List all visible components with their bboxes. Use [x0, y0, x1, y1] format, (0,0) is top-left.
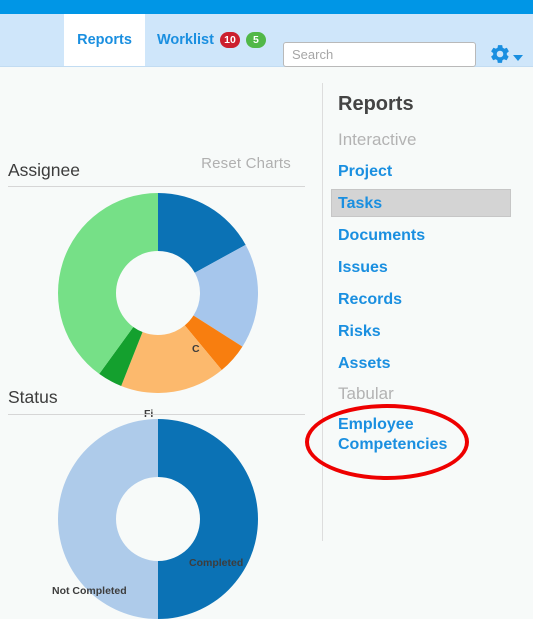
page-title: Reports [338, 93, 414, 115]
sidebar-item-tasks[interactable]: Tasks [338, 195, 382, 213]
tab-reports-label: Reports [77, 32, 132, 48]
tab-reports[interactable]: Reports [64, 14, 145, 66]
reset-charts-button[interactable]: Reset Charts [201, 155, 291, 172]
chart-status-title: Status [8, 387, 58, 407]
slice-label-completed: Completed [189, 557, 244, 569]
chart-assignee-title: Assignee [8, 160, 80, 180]
worklist-badge-overdue: 10 [219, 32, 240, 48]
sidebar-item-assets[interactable]: Assets [338, 355, 390, 373]
sidebar-item-documents[interactable]: Documents [338, 227, 425, 245]
slice-label-not-completed: Not Completed [52, 585, 127, 597]
tab-worklist[interactable]: Worklist 10 5 [153, 14, 270, 66]
reports-sidebar: Reports Interactive Project Tasks Docume… [323, 67, 533, 541]
sidebar-group-interactive: Interactive [338, 130, 417, 149]
worklist-badge-open: 5 [245, 32, 266, 48]
sidebar-item-project[interactable]: Project [338, 163, 392, 181]
settings-menu-button[interactable] [489, 43, 523, 70]
tab-worklist-label: Worklist [157, 32, 214, 48]
search-input[interactable] [283, 42, 476, 67]
chart-status-rule [8, 414, 305, 415]
chevron-down-icon [513, 55, 523, 61]
gear-icon [489, 43, 511, 70]
slice-label-c: C [192, 343, 200, 355]
sidebar-item-records[interactable]: Records [338, 291, 402, 309]
sidebar-item-risks[interactable]: Risks [338, 323, 381, 341]
sidebar-item-issues[interactable]: Issues [338, 259, 388, 277]
top-navbar: Reports Worklist 10 5 [0, 14, 533, 67]
sidebar-item-employee-competencies[interactable]: Employee Competencies [338, 415, 458, 454]
sidebar-group-tabular: Tabular [338, 384, 394, 403]
top-accent-strip [0, 0, 533, 14]
app-root: Reports Worklist 10 5 Reset Charts Assig… [0, 0, 533, 619]
donut-assignee[interactable] [58, 193, 258, 393]
chart-assignee-rule [8, 186, 305, 187]
donut-slice[interactable] [158, 419, 258, 619]
